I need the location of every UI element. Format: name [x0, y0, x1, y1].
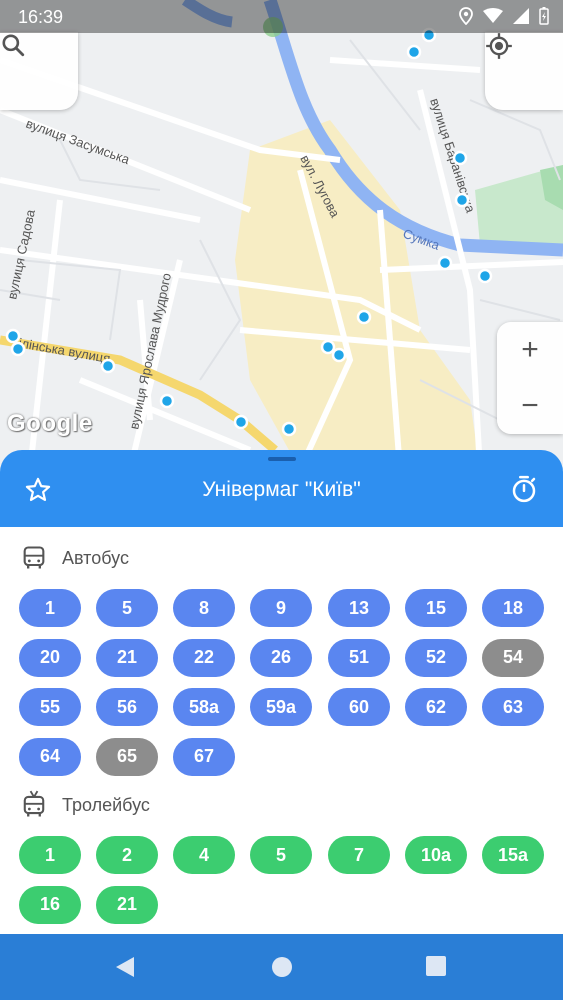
route-chip[interactable]: 5 — [96, 589, 158, 627]
stop-marker[interactable] — [454, 192, 470, 208]
route-chip[interactable]: 13 — [328, 589, 390, 627]
trolleybus-label: Тролейбус — [62, 794, 150, 815]
stop-marker[interactable] — [159, 393, 175, 409]
route-chip[interactable]: 58а — [173, 688, 235, 726]
route-chip[interactable]: 9 — [250, 589, 312, 627]
stop-marker[interactable] — [452, 150, 468, 166]
stop-marker[interactable] — [100, 358, 116, 374]
route-chip[interactable]: 62 — [405, 688, 467, 726]
route-chip[interactable]: 65 — [96, 737, 158, 776]
route-chip[interactable]: 56 — [96, 688, 158, 726]
my-location-icon — [486, 33, 512, 59]
status-bar: 16:39 — [0, 0, 563, 33]
route-chip[interactable]: 55 — [19, 688, 81, 726]
timer-icon — [512, 475, 536, 503]
route-chip[interactable]: 2 — [96, 836, 158, 874]
route-chip[interactable]: 60 — [328, 688, 390, 726]
stop-header[interactable]: Універмаг "Київ" — [0, 450, 563, 527]
location-icon — [459, 7, 473, 25]
stop-marker[interactable] — [10, 341, 26, 357]
bus-icon — [23, 546, 45, 569]
stop-marker[interactable] — [331, 347, 347, 363]
route-chip[interactable]: 52 — [405, 638, 467, 677]
battery-icon — [539, 7, 549, 25]
status-time: 16:39 — [18, 7, 64, 27]
street-label-zasumska: вулиця Засумська — [24, 116, 132, 168]
route-chip[interactable]: 10а — [405, 836, 467, 874]
search-icon — [2, 34, 25, 57]
stop-marker[interactable] — [5, 328, 21, 344]
google-logo: Google — [7, 410, 93, 437]
back-icon[interactable] — [114, 956, 136, 978]
route-chip[interactable]: 21 — [96, 638, 158, 677]
route-chip[interactable]: 59а — [250, 688, 312, 726]
zoom-controls: + − — [497, 322, 563, 434]
star-icon — [25, 477, 51, 502]
recents-icon[interactable] — [426, 956, 446, 976]
trolleybus-icon — [23, 790, 45, 817]
stop-marker[interactable] — [281, 421, 297, 437]
bus-label: Автобус — [62, 547, 129, 568]
route-chip[interactable]: 15 — [405, 589, 467, 627]
route-chip[interactable]: 5 — [250, 836, 312, 874]
routes-panel: Автобус 1 5 8 9 13 15 18 20 21 22 26 51 52 54 55 56 58а 5… — [0, 527, 563, 934]
map-canvas[interactable]: вулиця Засумська вул. Лугова вулиця Садо… — [0, 0, 563, 470]
route-chip[interactable]: 67 — [173, 737, 235, 776]
signal-icon — [513, 8, 529, 24]
route-chip[interactable]: 22 — [173, 638, 235, 677]
route-chip[interactable]: 21 — [96, 885, 158, 924]
route-chip[interactable]: 26 — [250, 638, 312, 677]
stop-marker[interactable] — [320, 339, 336, 355]
favorite-button[interactable] — [24, 476, 52, 509]
route-chip[interactable]: 4 — [173, 836, 235, 874]
zoom-out-button[interactable]: − — [497, 378, 563, 434]
route-chip[interactable]: 1 — [19, 836, 81, 874]
street-label-ilinska: ілінська вулиця — [17, 335, 111, 366]
zoom-in-button[interactable]: + — [497, 322, 563, 378]
route-chip[interactable]: 20 — [19, 638, 81, 677]
trolleybus-section-label: Тролейбус — [20, 790, 150, 820]
route-chip[interactable]: 7 — [328, 836, 390, 874]
status-icons — [459, 7, 549, 25]
my-location-button[interactable] — [485, 32, 563, 110]
drag-handle[interactable] — [268, 457, 296, 461]
stop-marker[interactable] — [437, 255, 453, 271]
stop-title: Універмаг "Київ" — [202, 478, 361, 501]
stop-marker[interactable] — [477, 268, 493, 284]
route-chip[interactable]: 1 — [19, 589, 81, 627]
route-chip[interactable]: 54 — [482, 638, 544, 677]
stop-marker[interactable] — [406, 44, 422, 60]
stop-marker[interactable] — [233, 414, 249, 430]
system-nav-bar — [0, 934, 563, 1000]
timer-button[interactable] — [509, 474, 539, 509]
route-chip[interactable]: 64 — [19, 737, 81, 776]
route-chip[interactable]: 18 — [482, 589, 544, 627]
route-chip[interactable]: 51 — [328, 638, 390, 677]
home-icon[interactable] — [271, 956, 293, 978]
search-button[interactable] — [0, 32, 78, 110]
stop-marker[interactable] — [356, 309, 372, 325]
map-view[interactable]: вулиця Засумська вул. Лугова вулиця Садо… — [0, 0, 563, 470]
route-chip[interactable]: 16 — [19, 885, 81, 924]
route-chip[interactable]: 15а — [482, 836, 544, 874]
wifi-icon — [483, 8, 503, 23]
bus-section-label: Автобус — [20, 544, 129, 572]
route-chip[interactable]: 63 — [482, 688, 544, 726]
route-chip[interactable]: 8 — [173, 589, 235, 627]
